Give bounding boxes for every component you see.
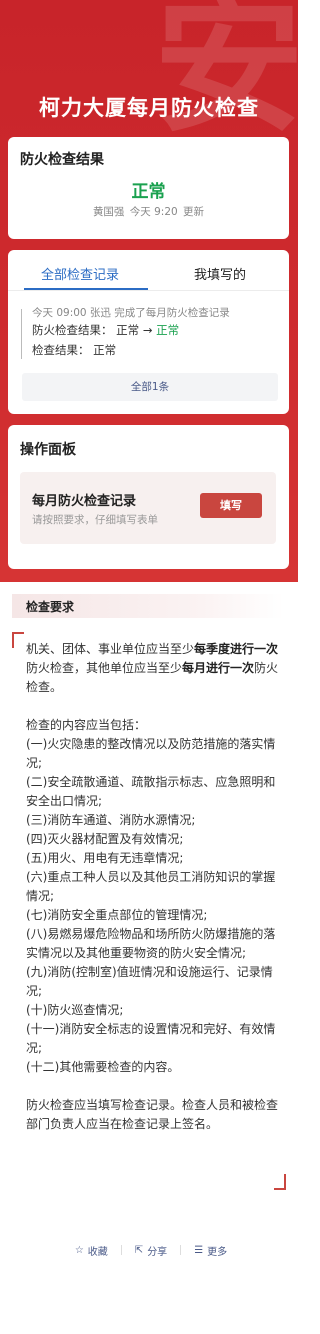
requirement-item: (八)易燃易爆危险物品和场所防火防爆措施的落实情况以及其他重要物资的防火安全情况… <box>26 927 276 960</box>
operation-panel-title: 操作面板 <box>20 442 76 458</box>
requirements-paragraph-1: 机关、团体、事业单位应当至少每季度进行一次防火检查，其他单位应当至少每月进行一次… <box>26 640 280 697</box>
log-entry-field2: 检查结果： 正常 <box>32 342 116 358</box>
log-field2-value: 正常 <box>93 343 117 357</box>
requirements-title: 检查要求 <box>26 600 75 614</box>
form-entry-title: 每月防火检查记录 <box>32 494 137 509</box>
timeline-line <box>21 309 22 359</box>
req-p1-d: 每月进行一次 <box>182 661 255 675</box>
log-entry-field1: 防火检查结果： 正常 → 正常 <box>32 322 179 338</box>
updated-time: 今天 9:20 <box>129 206 178 218</box>
requirement-item: (六)重点工种人员以及其他员工消防知识的掌握情况; <box>26 870 276 903</box>
tab-divider <box>8 290 289 291</box>
log-field1-old: 正常 <box>116 323 140 337</box>
req-p1-a: 机关、团体、事业单位应当至少 <box>26 642 195 656</box>
requirement-item: (三)消防车通道、消防水源情况; <box>26 813 196 827</box>
requirements-body: 机关、团体、事业单位应当至少每季度进行一次防火检查，其他单位应当至少每月进行一次… <box>26 640 280 1134</box>
star-icon: ☆ <box>74 1244 84 1256</box>
form-entry-subtitle: 请按照要求，仔细填写表单 <box>32 514 158 526</box>
more-label: 更多 <box>207 1246 228 1258</box>
req-p1-c: 防火检查，其他单位应当至少 <box>26 661 183 675</box>
form-entry-panel: 每月防火检查记录 请按照要求，仔细填写表单 填写 <box>20 472 276 544</box>
tab-my-records[interactable]: 我填写的 <box>160 264 280 283</box>
fill-button[interactable]: 填写 <box>200 493 262 518</box>
log-entry-meta: 今天 09:00 张迅 完成了每月防火检查记录 <box>32 307 230 319</box>
header-banner: 安 柯力大厦每月防火检查 防火检查结果 正常 黄国强 今天 9:20 更新 全部… <box>0 0 298 582</box>
requirement-item: (五)用火、用电有无违章情况; <box>26 851 184 865</box>
log-field1-label: 防火检查结果： <box>32 323 113 337</box>
req-p1-b: 每季度进行一次 <box>194 642 279 656</box>
requirements-header: 检查要求 <box>12 594 284 618</box>
result-card-title: 防火检查结果 <box>20 152 104 168</box>
requirement-item: (十二)其他需要检查的内容。 <box>26 1060 180 1074</box>
requirement-item: (一)火灾隐患的整改情况以及防范措施的落实情况; <box>26 737 276 770</box>
records-card: 全部检查记录 我填写的 今天 09:00 张迅 完成了每月防火检查记录 防火检查… <box>8 250 289 414</box>
more-button[interactable]: ☰ 更多 <box>181 1243 240 1258</box>
requirements-intro: 检查的内容应当包括： <box>26 718 147 732</box>
requirement-item: (十)防火巡查情况; <box>26 1003 124 1017</box>
corner-bracket-top-left <box>12 632 24 648</box>
menu-icon: ☰ <box>194 1244 204 1256</box>
arrow-icon: → <box>142 323 153 337</box>
page-title: 柯力大厦每月防火检查 <box>39 96 259 120</box>
all-records-button[interactable]: 全部1条 <box>22 373 278 401</box>
updated-suffix: 更新 <box>183 206 205 218</box>
share-icon: ⇱ <box>134 1244 144 1256</box>
bottom-action-bar: ☆ 收藏 ⇱ 分享 ☰ 更多 <box>0 1242 302 1258</box>
result-card: 防火检查结果 正常 黄国强 今天 9:20 更新 <box>8 137 289 239</box>
log-field1-new: 正常 <box>156 323 180 337</box>
share-button[interactable]: ⇱ 分享 <box>122 1243 180 1258</box>
requirement-item: (九)消防(控制室)值班情况和设施运行、记录情况; <box>26 965 273 998</box>
favorite-button[interactable]: ☆ 收藏 <box>62 1243 121 1258</box>
updated-info: 黄国强 今天 9:20 更新 <box>8 204 289 219</box>
corner-bracket-bottom-right <box>274 1174 286 1190</box>
requirement-item: (二)安全疏散通道、疏散指示标志、应急照明和安全出口情况; <box>26 775 276 808</box>
operation-panel-card: 操作面板 每月防火检查记录 请按照要求，仔细填写表单 填写 <box>8 425 289 569</box>
requirement-item: (七)消防安全重点部位的管理情况; <box>26 908 208 922</box>
requirement-item: (四)灭火器材配置及有效情况; <box>26 832 184 846</box>
tab-all-records[interactable]: 全部检查记录 <box>20 264 140 283</box>
share-label: 分享 <box>147 1246 168 1258</box>
requirement-item: (十一)消防安全标志的设置情况和完好、有效情况; <box>26 1022 276 1055</box>
status-value: 正常 <box>131 182 166 202</box>
updated-by: 黄国强 <box>92 206 125 218</box>
log-field2-label: 检查结果： <box>32 343 90 357</box>
requirements-closing: 防火检查应当填写检查记录。检查人员和被检查部门负责人应当在检查记录上签名。 <box>26 1098 279 1131</box>
favorite-label: 收藏 <box>87 1246 108 1258</box>
